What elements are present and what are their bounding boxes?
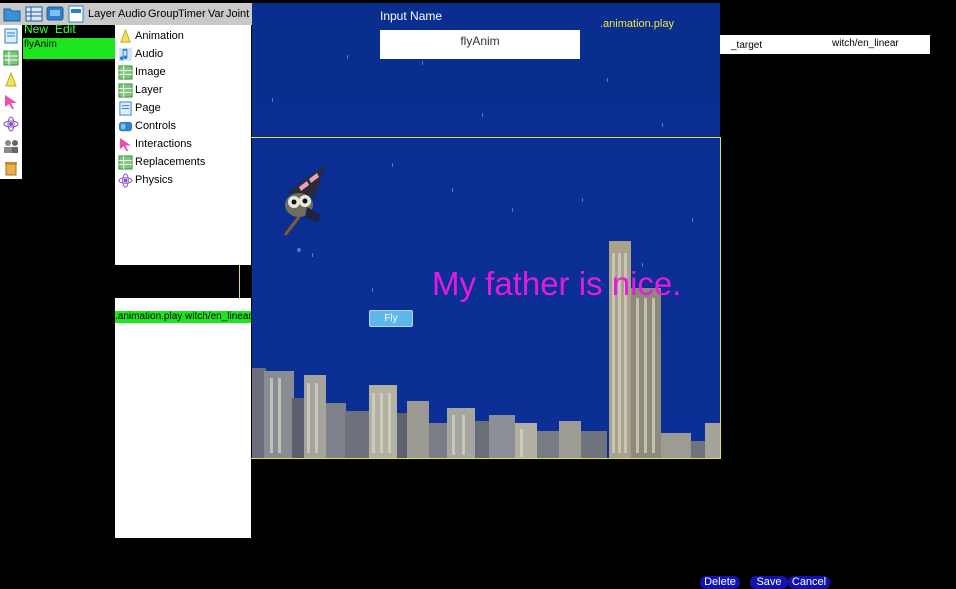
menu-joint[interactable]: Joint bbox=[226, 8, 249, 20]
menu-item-label: Image bbox=[135, 66, 166, 78]
screen-icon[interactable] bbox=[46, 5, 64, 23]
pointer-icon[interactable] bbox=[3, 94, 19, 110]
page-icon[interactable] bbox=[67, 5, 85, 23]
menu-group[interactable]: Group bbox=[148, 8, 179, 20]
page-icon[interactable] bbox=[3, 28, 19, 44]
pointer-icon bbox=[119, 137, 132, 152]
cone-icon bbox=[120, 29, 131, 43]
target-key: _target bbox=[731, 40, 763, 51]
action-list-item[interactable]: .animation.play witch/en_linear bbox=[115, 311, 251, 323]
menu-item-animation[interactable]: Animation bbox=[115, 28, 251, 46]
menu-item-controls[interactable]: Controls bbox=[115, 118, 251, 136]
save-button[interactable]: Save bbox=[750, 576, 788, 589]
grid-icon bbox=[118, 83, 133, 98]
input-name-field[interactable]: flyAnim bbox=[380, 30, 580, 59]
menu-item-label: Animation bbox=[135, 30, 184, 42]
menu-item-label: Physics bbox=[135, 174, 173, 186]
atom-icon bbox=[118, 173, 133, 188]
menu-item-audio[interactable]: Audio bbox=[115, 46, 251, 64]
fly-button[interactable]: Fly bbox=[369, 310, 413, 327]
event-label: .animation.play bbox=[600, 18, 674, 30]
target-value[interactable]: witch/en_linear bbox=[832, 38, 899, 49]
menu-item-label: Replacements bbox=[135, 156, 206, 168]
action-list-panel: .animation.play witch/en_linear bbox=[115, 298, 251, 538]
menu-item-page[interactable]: Page bbox=[115, 100, 251, 118]
menu-var[interactable]: Var bbox=[208, 8, 224, 20]
grid-icon[interactable] bbox=[3, 50, 19, 66]
grid-icon bbox=[118, 155, 133, 170]
animation-list-item[interactable]: flyAnim bbox=[23, 38, 115, 59]
menu-item-label: Controls bbox=[135, 120, 176, 132]
menu-timer[interactable]: Timer bbox=[178, 8, 206, 20]
grid-icon bbox=[118, 65, 133, 80]
left-tool-column bbox=[0, 25, 22, 179]
menu-item-interactions[interactable]: Interactions bbox=[115, 136, 251, 154]
atom-icon[interactable] bbox=[3, 116, 19, 132]
menu-item-layer[interactable]: Layer bbox=[115, 82, 251, 100]
menu-item-replacements[interactable]: Replacements bbox=[115, 154, 251, 172]
menu-item-image[interactable]: Image bbox=[115, 64, 251, 82]
controls-icon bbox=[118, 121, 133, 132]
list-view-icon[interactable] bbox=[25, 5, 43, 23]
menu-item-physics[interactable]: Physics bbox=[115, 172, 251, 190]
people-icon[interactable] bbox=[3, 138, 19, 154]
cone-icon[interactable] bbox=[3, 72, 19, 88]
new-link[interactable]: New bbox=[24, 22, 48, 36]
input-name-label: Input Name bbox=[380, 9, 443, 23]
menu-item-label: Audio bbox=[135, 48, 164, 60]
music-note-icon bbox=[118, 47, 133, 62]
delete-button[interactable]: Delete bbox=[700, 576, 740, 589]
stage-sentence: My father is nice. bbox=[432, 265, 682, 302]
page-icon bbox=[119, 101, 132, 116]
menu-audio[interactable]: Audio bbox=[118, 8, 146, 20]
cancel-button[interactable]: Cancel bbox=[788, 576, 830, 589]
target-property-row[interactable]: _target witch/en_linear bbox=[720, 35, 930, 54]
menu-item-label: Interactions bbox=[135, 138, 192, 150]
menu-layer[interactable]: Layer bbox=[88, 8, 116, 20]
edit-link[interactable]: Edit bbox=[55, 22, 76, 36]
component-menu: Animation Audio Image Layer Page Control… bbox=[115, 25, 251, 265]
animation-list-item-label: flyAnim bbox=[24, 39, 57, 50]
trash-icon[interactable] bbox=[3, 160, 19, 176]
menu-item-label: Layer bbox=[135, 84, 163, 96]
menu-item-label: Page bbox=[135, 102, 161, 114]
folder-icon[interactable] bbox=[3, 5, 21, 23]
